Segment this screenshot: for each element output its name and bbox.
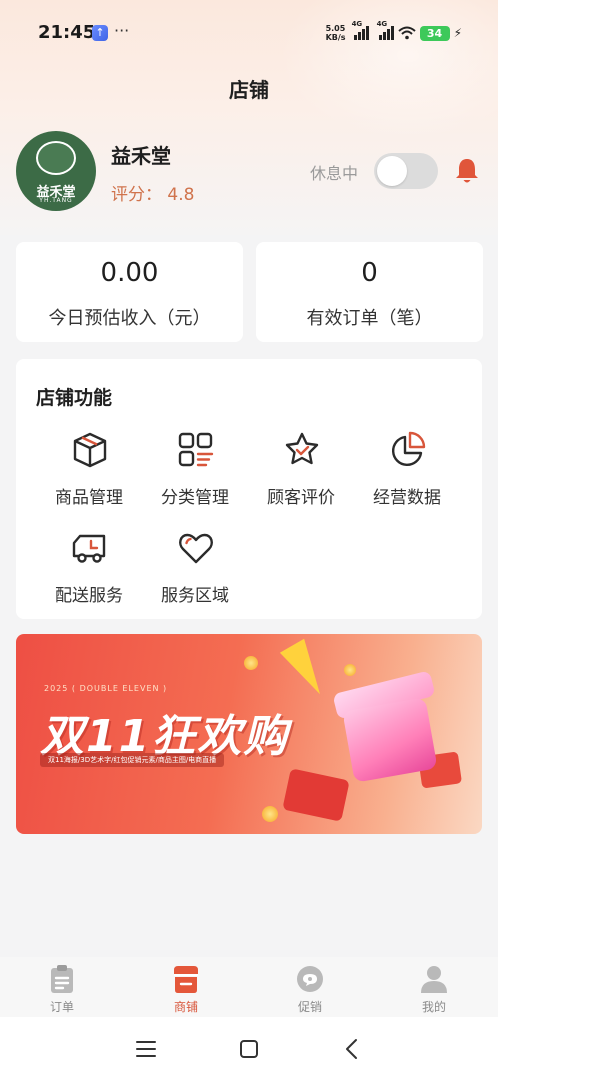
more-notifications-icon: ··· [114,21,130,40]
orders-card[interactable]: 0 有效订单（笔） [256,242,483,342]
nav-label: 促销 [297,1000,322,1014]
network-speed: 5.05 KB/s [325,24,346,42]
today-income-caption: 今日预估收入（元） [48,308,211,329]
store-functions-panel: 店铺功能 商品管理 分类管理 顾客评价 经营数据 配送服务 服务区域 [16,359,482,619]
user-icon [421,966,447,993]
banner-subtitle: 2025 ( DOUBLE ELEVEN ) [44,684,168,693]
red-envelope-decoration [282,768,350,822]
promotion-chat-icon [297,966,323,992]
clipboard-icon [51,965,73,993]
nav-label: 订单 [49,1000,74,1014]
star-check-icon [285,432,319,465]
category-management-button[interactable]: 分类管理 [142,431,248,511]
nav-label: 商铺 [173,1000,198,1014]
valid-orders-caption: 有效订单（笔） [306,308,433,329]
store-logo-icon [36,141,76,175]
menu-icon[interactable] [134,1037,158,1061]
box-icon [73,432,107,468]
service-area-button[interactable]: 服务区域 [142,529,248,609]
rest-status-label: 休息中 [310,164,359,183]
toggle-knob [377,156,407,186]
delivery-service-button[interactable]: 配送服务 [36,529,142,609]
function-label: 商品管理 [55,488,123,508]
function-label: 服务区域 [161,586,229,606]
customer-reviews-button[interactable]: 顾客评价 [248,431,354,511]
nav-item-orders[interactable]: 订单 [0,957,124,1017]
wifi-icon [397,26,416,40]
gift-box-icon [342,697,438,783]
store-functions-title: 店铺功能 [36,387,113,409]
function-label: 分类管理 [161,488,229,508]
rating-label: 评分： [111,185,162,205]
valid-orders-value: 0 [361,258,378,288]
rest-toggle[interactable] [374,153,438,189]
banner-tags: 双11海报/3D艺术字/红包促销元素/商品主图/电商直播 [40,753,225,767]
notification-app-icon: ↑ [92,25,108,41]
status-time: 21:45 [38,22,96,43]
store-logo-subtext: YH.TANG [39,197,73,204]
status-indicators: 5.05 KB/s 4G 4G 34 ⚡ [325,20,462,45]
store-rating: 评分： 4.8 [111,180,194,205]
nav-label: 我的 [421,1000,446,1014]
promo-banner[interactable]: 2025 ( DOUBLE ELEVEN ) 双11狂欢购 双11海报/3D艺术… [16,634,482,834]
income-card[interactable]: 0.00 今日预估收入（元） [16,242,243,342]
nav-item-mine[interactable]: 我的 [372,957,496,1017]
coin-decoration [244,656,258,670]
category-grid-icon [178,432,214,467]
coin-decoration [344,664,356,676]
nav-item-promotion[interactable]: 促销 [248,957,372,1017]
function-label: 配送服务 [55,586,123,606]
charging-icon: ⚡ [453,26,462,40]
today-income-value: 0.00 [100,258,159,288]
home-square-icon[interactable] [237,1037,261,1061]
store-name: 益禾堂 [111,144,171,168]
page-title: 店铺 [229,78,269,102]
function-label: 经营数据 [373,488,441,508]
app-screen: 21:45 ↑ ··· 5.05 KB/s 4G 4G 34 ⚡ 店铺 益禾堂 … [0,0,498,1080]
heart-icon [179,533,213,564]
back-icon[interactable] [340,1037,364,1061]
delivery-truck-icon [72,534,106,563]
shop-icon [174,966,198,993]
function-label: 顾客评价 [267,488,335,508]
battery-icon: 34 [419,25,450,41]
product-management-button[interactable]: 商品管理 [36,431,142,511]
store-avatar[interactable]: 益禾堂 YH.TANG [16,131,96,211]
business-data-button[interactable]: 经营数据 [354,431,460,511]
status-bar: 21:45 ↑ ··· 5.05 KB/s 4G 4G 34 ⚡ [0,18,498,50]
bell-icon[interactable] [454,157,480,185]
nav-item-shop[interactable]: 商铺 [124,957,248,1017]
signal-icon: 4G [352,20,369,40]
system-navigation-bar [0,1017,498,1080]
lightning-decoration [279,638,333,702]
signal-icon: 4G [377,20,394,40]
bottom-navigation: 订单 商铺 促销 我的 [0,957,498,1017]
rating-value: 4.8 [167,185,195,205]
coin-decoration [262,806,278,822]
pie-chart-icon [392,431,426,466]
